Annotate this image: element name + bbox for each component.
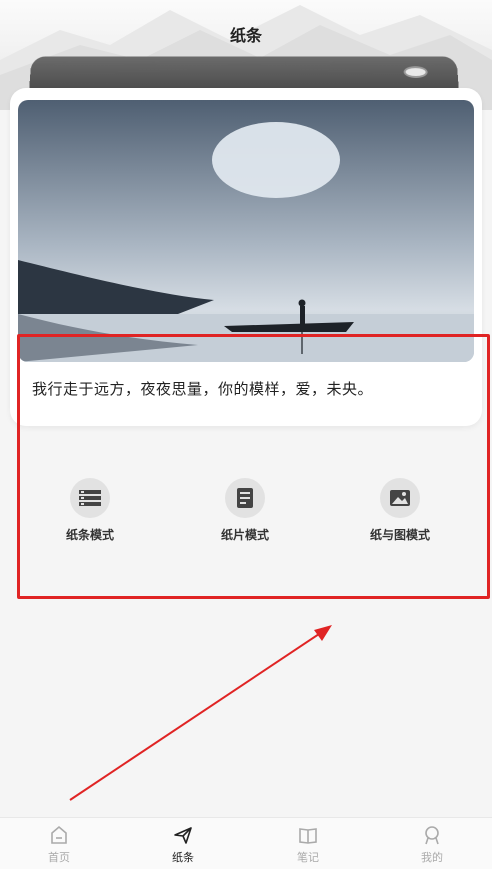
tab-label: 笔记 <box>297 851 319 864</box>
tab-notes-paper[interactable]: 纸条 <box>143 824 223 865</box>
home-icon <box>19 824 99 846</box>
tab-label: 纸条 <box>172 851 194 864</box>
tab-home[interactable]: 首页 <box>19 824 99 865</box>
tab-label: 我的 <box>421 851 443 864</box>
profile-icon <box>392 824 472 846</box>
tab-label: 首页 <box>48 851 70 864</box>
tab-profile[interactable]: 我的 <box>392 824 472 865</box>
paper-plane-icon <box>143 824 223 846</box>
book-icon <box>268 824 348 846</box>
annotation-arrow <box>69 625 332 801</box>
tab-notebook[interactable]: 笔记 <box>268 824 348 865</box>
bottom-tab-bar: 首页 纸条 笔记 我的 <box>0 817 492 869</box>
